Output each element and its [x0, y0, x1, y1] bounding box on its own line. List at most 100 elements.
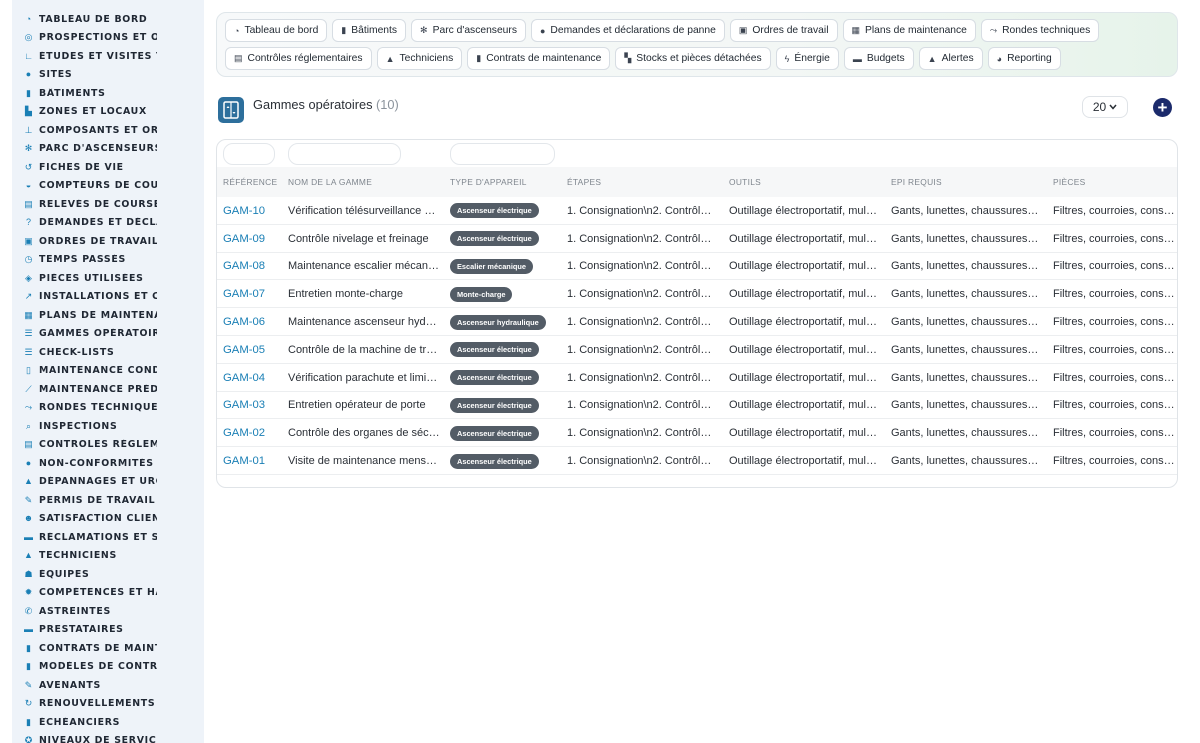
- table-row[interactable]: GAM-01 Visite de maintenance mensuelle Asc…: [217, 447, 1177, 475]
- nav-button[interactable]: ▤ Contrôles réglementaires: [225, 47, 372, 70]
- sidebar-item[interactable]: ▮ MODÈLES DE CONTRATS: [12, 658, 204, 677]
- sidebar-item[interactable]: ◈ PIÈCES UTILISÉES: [12, 269, 204, 288]
- sidebar-item[interactable]: ▮ CONTRATS DE MAINTENANCE: [12, 639, 204, 658]
- sidebar-item[interactable]: ▤ CONTRÔLES RÉGLEMENTAIRES: [12, 436, 204, 455]
- sidebar-item[interactable]: ▤ RELEVÉS DE COURSES: [12, 195, 204, 214]
- reference-link[interactable]: GAM-01: [223, 455, 265, 467]
- sidebar-item[interactable]: ✻ PARC D'ASCENSEURS: [12, 140, 204, 159]
- sidebar-item[interactable]: ▯ MAINTENANCE CONDITIONNELLE: [12, 362, 204, 381]
- nav-button[interactable]: ◕ Reporting: [987, 47, 1061, 70]
- nav-button[interactable]: ▮ Contrats de maintenance: [467, 47, 611, 70]
- reference-cell[interactable]: GAM-07: [223, 280, 281, 308]
- sidebar-item[interactable]: ▲ DÉPANNAGES ET URGENCES: [12, 473, 204, 492]
- sidebar-item[interactable]: ↺ FICHES DE VIE: [12, 158, 204, 177]
- table-row[interactable]: GAM-06 Maintenance ascenseur hydraulique A…: [217, 308, 1177, 336]
- column-header[interactable]: ÉTAPES: [567, 167, 717, 197]
- sidebar-item[interactable]: ● SITES: [12, 66, 204, 85]
- reference-cell[interactable]: GAM-03: [223, 392, 281, 420]
- filter-type-select[interactable]: [450, 143, 555, 165]
- reference-link[interactable]: GAM-04: [223, 372, 265, 384]
- clipboard-check-icon: ▣: [738, 25, 748, 35]
- reference-cell[interactable]: GAM-08: [223, 253, 281, 281]
- sidebar-item[interactable]: ● NON-CONFORMITÉS: [12, 454, 204, 473]
- nav-button[interactable]: ● Demandes et déclarations de panne: [530, 19, 725, 42]
- sidebar-item[interactable]: ⟋ MAINTENANCE PRÉDICTIVE: [12, 380, 204, 399]
- table-row[interactable]: GAM-07 Entretien monte-charge Monte-charge…: [217, 280, 1177, 309]
- nav-button[interactable]: ▲ Alertes: [918, 47, 983, 70]
- reference-link[interactable]: GAM-09: [223, 233, 265, 245]
- table-row[interactable]: GAM-04 Vérification parachute et limiteur…: [217, 364, 1177, 392]
- nav-button[interactable]: ▚ Stocks et pièces détachées: [615, 47, 771, 70]
- nav-button[interactable]: ▦ Plans de maintenance: [842, 19, 976, 42]
- reference-cell[interactable]: GAM-05: [223, 336, 281, 364]
- nav-button[interactable]: ▮ Bâtiments: [332, 19, 407, 42]
- nav-button[interactable]: ▲ Techniciens: [376, 47, 463, 70]
- sidebar-item[interactable]: ◒ COMPTEURS DE COURSES: [12, 177, 204, 196]
- sidebar-item[interactable]: ⤳ RONDES TECHNIQUES: [12, 399, 204, 418]
- column-header[interactable]: RÉFÉRENCE: [223, 167, 281, 197]
- per-page-select[interactable]: 20: [1082, 96, 1128, 118]
- reference-link[interactable]: GAM-03: [223, 399, 265, 411]
- reference-cell[interactable]: GAM-04: [223, 364, 281, 392]
- column-header[interactable]: TYPE D'APPAREIL: [450, 167, 558, 197]
- sidebar-item[interactable]: ∟ ÉTUDES ET VISITES TECHNIQUES: [12, 47, 204, 66]
- column-header[interactable]: PIÈCES: [1053, 167, 1177, 197]
- sidebar-item[interactable]: ☰ CHECK-LISTS: [12, 343, 204, 362]
- nav-button[interactable]: ϟ Énergie: [775, 47, 839, 70]
- sidebar-item[interactable]: ✹ COMPÉTENCES ET HABILITATIONS: [12, 584, 204, 603]
- nav-button[interactable]: ✻ Parc d'ascenseurs: [411, 19, 526, 42]
- sidebar-item[interactable]: ☰ GAMMES OPÉRATOIRES: [12, 325, 204, 344]
- column-header[interactable]: EPI REQUIS: [891, 167, 1041, 197]
- sidebar-item[interactable]: ▮ ÉCHÉANCIERS: [12, 713, 204, 732]
- sidebar-item[interactable]: ◔ TABLEAU DE BORD: [12, 10, 204, 29]
- reference-link[interactable]: GAM-02: [223, 427, 265, 439]
- nav-button[interactable]: ▬ Budgets: [843, 47, 914, 70]
- table-row[interactable]: GAM-05 Contrôle de la machine de traction…: [217, 336, 1177, 364]
- sidebar-item[interactable]: ✆ ASTREINTES: [12, 602, 204, 621]
- sidebar-item[interactable]: ↻ RENOUVELLEMENTS: [12, 695, 204, 714]
- sidebar-item[interactable]: ▬ RÉCLAMATIONS ET SAV: [12, 528, 204, 547]
- add-button[interactable]: +: [1153, 98, 1172, 117]
- nav-button[interactable]: ◔ Tableau de bord: [225, 19, 328, 42]
- sidebar-item[interactable]: ? DEMANDES ET DÉCLARATIONS: [12, 214, 204, 233]
- column-header[interactable]: NOM DE LA GAMME: [288, 167, 440, 197]
- reference-cell[interactable]: GAM-02: [223, 419, 281, 447]
- reference-link[interactable]: GAM-06: [223, 316, 265, 328]
- sidebar-item[interactable]: ▦ PLANS DE MAINTENANCE: [12, 306, 204, 325]
- reference-link[interactable]: GAM-05: [223, 344, 265, 356]
- sidebar-item[interactable]: ↗ INSTALLATIONS ET CHANTIERS: [12, 288, 204, 307]
- reference-cell[interactable]: GAM-06: [223, 308, 281, 336]
- reference-link[interactable]: GAM-07: [223, 288, 265, 300]
- table-row[interactable]: GAM-09 Contrôle nivelage et freinage Ascen…: [217, 225, 1177, 253]
- nav-button[interactable]: ▣ Ordres de travail: [729, 19, 838, 42]
- sidebar-item[interactable]: ◎ PROSPECTIONS ET OPPORTUNITÉS: [12, 29, 204, 48]
- sidebar-item[interactable]: ⌕ INSPECTIONS: [12, 417, 204, 436]
- sidebar-item[interactable]: ☻ SATISFACTION CLIENT: [12, 510, 204, 529]
- nav-button[interactable]: ⤳ Rondes techniques: [980, 19, 1100, 42]
- sidebar-item[interactable]: ▙ ZONES ET LOCAUX: [12, 103, 204, 122]
- filter-reference-input[interactable]: [223, 143, 275, 165]
- sidebar-item[interactable]: ✪ NIVEAUX DE SERVICE (SLA): [12, 732, 204, 743]
- reference-link[interactable]: GAM-10: [223, 205, 265, 217]
- filter-name-input[interactable]: [288, 143, 401, 165]
- sidebar-item-label: ÉQUIPES: [39, 568, 90, 580]
- sidebar-item[interactable]: ✎ PERMIS DE TRAVAIL: [12, 491, 204, 510]
- sidebar-item[interactable]: ▣ ORDRES DE TRAVAIL: [12, 232, 204, 251]
- reference-cell[interactable]: GAM-01: [223, 447, 281, 475]
- sidebar-item[interactable]: ✎ AVENANTS: [12, 676, 204, 695]
- sidebar-item[interactable]: ⊥ COMPOSANTS ET ORGANES: [12, 121, 204, 140]
- sidebar-item[interactable]: ▮ BÂTIMENTS: [12, 84, 204, 103]
- reference-cell[interactable]: GAM-09: [223, 225, 281, 253]
- reference-cell[interactable]: GAM-10: [223, 197, 281, 225]
- table-row[interactable]: GAM-02 Contrôle des organes de sécurité As…: [217, 419, 1177, 448]
- calendar-icon: ▦: [24, 309, 33, 320]
- table-row[interactable]: GAM-03 Entretien opérateur de porte Ascens…: [217, 392, 1177, 420]
- sidebar-item[interactable]: ▬ PRESTATAIRES: [12, 621, 204, 640]
- sidebar-item[interactable]: ◷ TEMPS PASSÉS: [12, 251, 204, 270]
- sidebar-item[interactable]: ☗ ÉQUIPES: [12, 565, 204, 584]
- reference-link[interactable]: GAM-08: [223, 260, 265, 272]
- column-header[interactable]: OUTILS: [729, 167, 879, 197]
- table-row[interactable]: GAM-08 Maintenance escalier mécanique Esca…: [217, 253, 1177, 281]
- sidebar-item[interactable]: ▲ TECHNICIENS: [12, 547, 204, 566]
- table-row[interactable]: GAM-10 Vérification télésurveillance et t…: [217, 197, 1177, 225]
